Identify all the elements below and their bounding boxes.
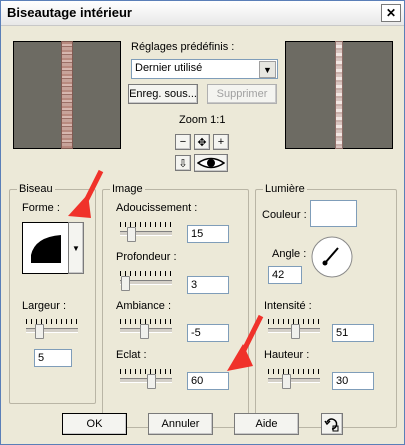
eye-icon <box>197 157 225 169</box>
slider-ticks <box>268 369 320 374</box>
dialog-client: Réglages prédéfinis : Dernier utilisé ▼ … <box>1 26 404 444</box>
shape-dropdown-button[interactable]: ▼ <box>68 222 84 274</box>
slider-thumb[interactable] <box>35 324 44 339</box>
angle-label: Angle : <box>272 248 307 260</box>
preview-rod <box>62 42 72 148</box>
smoothing-field[interactable]: 15 <box>187 225 229 243</box>
height-field[interactable]: 30 <box>332 372 374 390</box>
slider-thumb[interactable] <box>291 324 300 339</box>
light-group-title: Lumière <box>263 183 307 195</box>
zoom-label: Zoom 1:1 <box>179 114 226 126</box>
slider-ticks <box>120 369 172 374</box>
smoothing-label: Adoucissement : <box>116 202 198 214</box>
depth-label: Profondeur : <box>116 251 177 263</box>
ambiance-slider[interactable] <box>120 319 172 339</box>
zoom-in-button[interactable]: + <box>213 134 229 150</box>
close-button[interactable]: ✕ <box>381 4 401 22</box>
slider-thumb[interactable] <box>121 276 130 291</box>
angle-dial-icon <box>311 236 353 278</box>
width-label: Largeur : <box>22 300 67 312</box>
slider-track <box>26 328 78 333</box>
slider-track <box>268 378 320 383</box>
slider-track <box>120 378 172 383</box>
pan-button[interactable]: ✥ <box>194 134 210 150</box>
height-slider[interactable] <box>268 369 320 389</box>
original-preview[interactable] <box>13 41 121 149</box>
arrow-down-icon: ⇩ <box>178 157 188 170</box>
color-swatch[interactable] <box>310 200 357 227</box>
zoom-out-button[interactable]: − <box>175 134 191 150</box>
save-as-button[interactable]: Enreg. sous... <box>128 84 198 104</box>
presets-selected: Dernier utilisé <box>135 62 203 74</box>
presets-label: Réglages prédéfinis : <box>131 41 235 53</box>
angle-dial[interactable] <box>310 235 354 279</box>
width-field[interactable]: 5 <box>34 349 72 367</box>
slider-thumb[interactable] <box>140 324 149 339</box>
shape-label: Forme : <box>22 202 60 214</box>
depth-slider[interactable] <box>120 271 172 291</box>
smoothing-slider[interactable] <box>120 222 172 242</box>
delete-button[interactable]: Supprimer <box>207 84 277 104</box>
window-title: Biseautage intérieur <box>7 5 132 20</box>
help-button[interactable]: Aide <box>234 413 299 435</box>
bevel-group-title: Biseau <box>17 183 55 195</box>
cancel-button[interactable]: Annuler <box>148 413 213 435</box>
close-icon: ✕ <box>385 6 397 20</box>
intensity-slider[interactable] <box>268 319 320 339</box>
reset-defaults-button[interactable] <box>321 413 343 435</box>
angle-field[interactable]: 42 <box>268 266 302 284</box>
brightness-label: Eclat : <box>116 349 147 361</box>
intensity-label: Intensité : <box>264 300 312 312</box>
chevron-down-icon: ▼ <box>72 243 80 253</box>
slider-thumb[interactable] <box>147 374 156 389</box>
preview-rod <box>336 42 342 148</box>
ambiance-label: Ambiance : <box>116 300 172 312</box>
ok-button[interactable]: OK <box>62 413 127 435</box>
title-bar: Biseautage intérieur ✕ <box>1 1 404 26</box>
height-label: Hauteur : <box>264 349 310 361</box>
shape-picker[interactable] <box>22 222 70 274</box>
magnifier-minus-icon: − <box>179 136 187 148</box>
intensity-field[interactable]: 51 <box>332 324 374 342</box>
result-preview[interactable] <box>285 41 393 149</box>
move-icon: ✥ <box>197 136 207 149</box>
width-slider[interactable] <box>26 319 78 339</box>
slider-ticks <box>26 319 78 324</box>
bevel-shape-icon <box>31 235 61 263</box>
ambiance-field[interactable]: -5 <box>187 324 229 342</box>
depth-field[interactable]: 3 <box>187 276 229 294</box>
brightness-slider[interactable] <box>120 369 172 389</box>
image-group-title: Image <box>110 183 145 195</box>
slider-thumb[interactable] <box>282 374 291 389</box>
preview-toggle-button[interactable] <box>194 154 228 172</box>
magnifier-plus-icon: + <box>217 136 225 148</box>
reset-icon <box>324 418 339 432</box>
brightness-field[interactable]: 60 <box>187 372 229 390</box>
dialog-window: Biseautage intérieur ✕ Réglages prédéfin… <box>0 0 405 445</box>
color-label: Couleur : <box>262 209 307 221</box>
slider-thumb[interactable] <box>127 227 136 242</box>
presets-dropdown[interactable]: Dernier utilisé ▼ <box>131 59 278 79</box>
reset-view-button[interactable]: ⇩ <box>175 155 191 171</box>
chevron-down-icon[interactable]: ▼ <box>259 61 276 78</box>
